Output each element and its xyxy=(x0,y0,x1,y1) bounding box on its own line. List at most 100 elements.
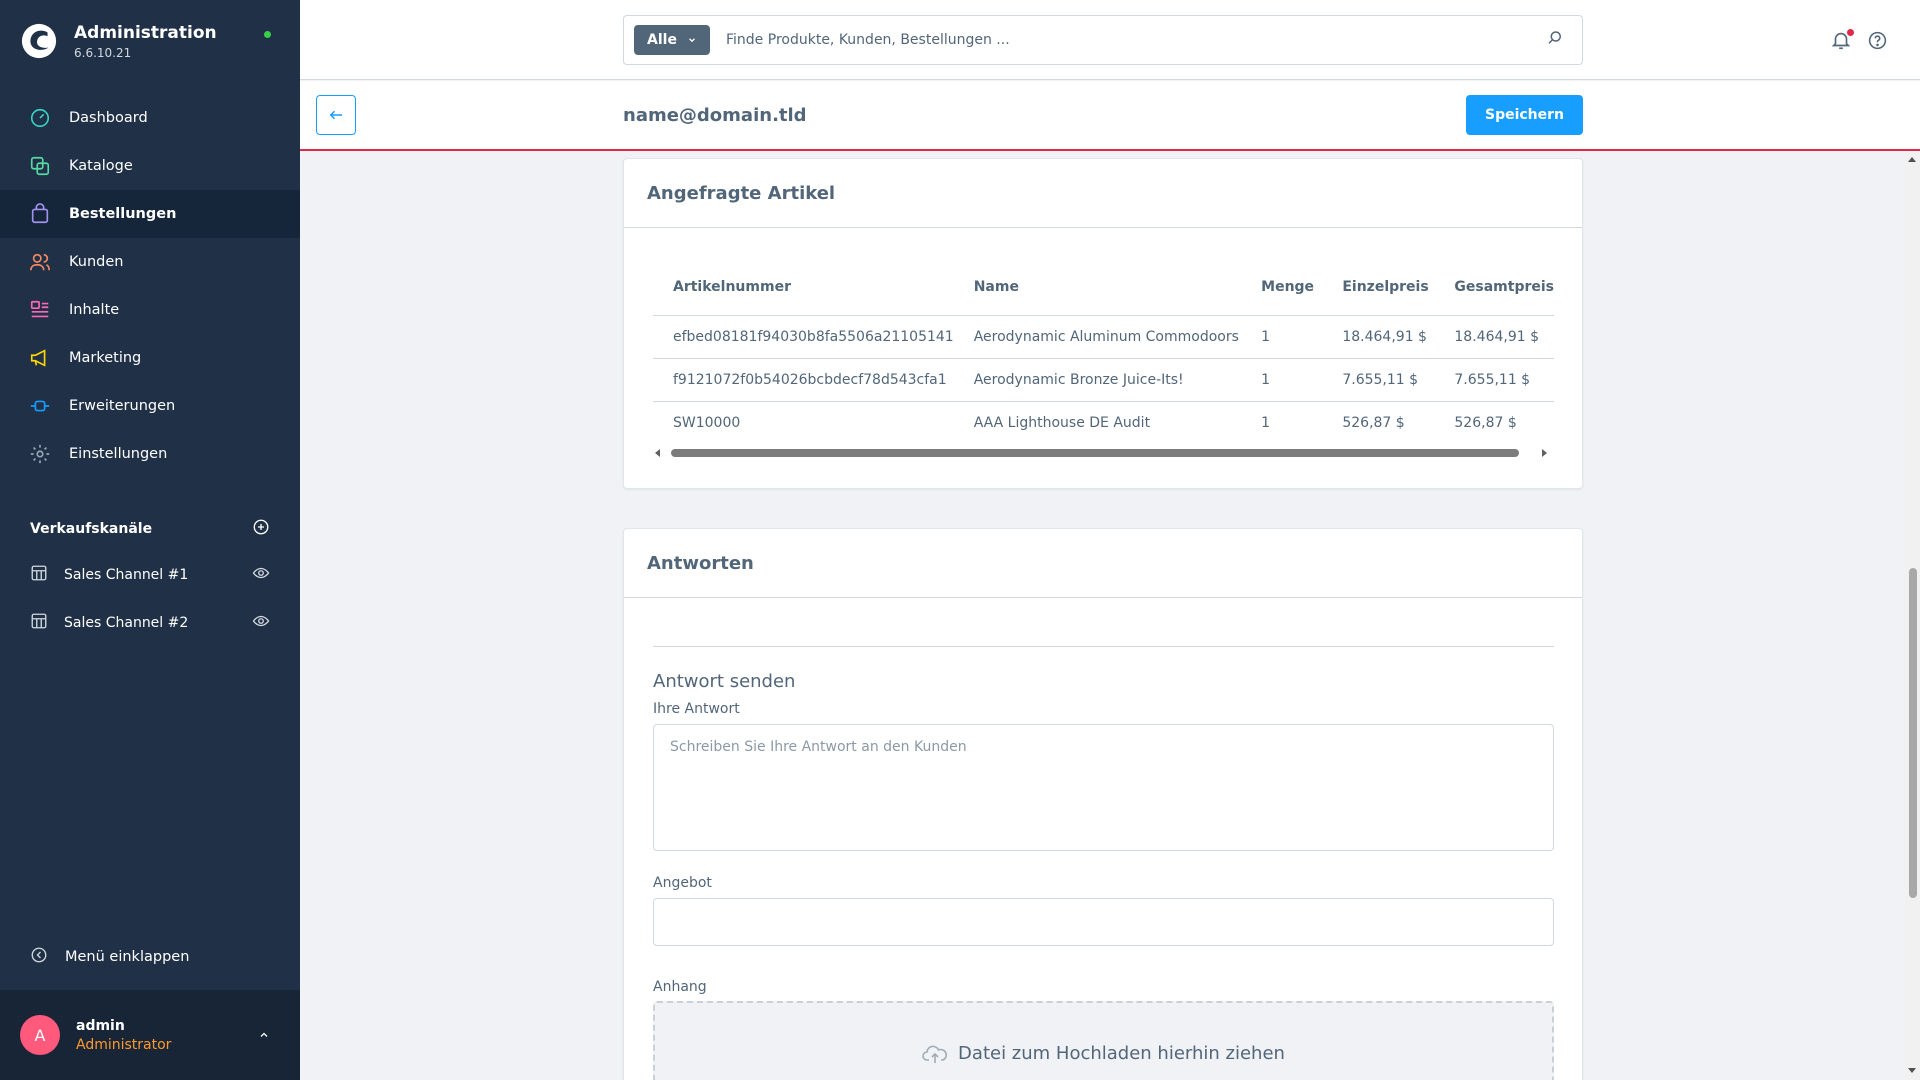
smart-bar: name@domain.tld Speichern xyxy=(300,81,1920,151)
scrollbar-thumb[interactable] xyxy=(671,449,1519,457)
sales-channels-heading: Verkaufskanäle xyxy=(30,518,270,540)
nav-item-settings[interactable]: Einstellungen xyxy=(0,430,300,478)
file-dropzone[interactable]: Datei zum Hochladen hierhin ziehen xyxy=(653,1001,1554,1080)
global-search: Alle xyxy=(623,15,1583,65)
answers-card: Antworten Antwort senden Ihre Antwort An… xyxy=(623,528,1583,1080)
nav-item-catalogs[interactable]: Kataloge xyxy=(0,142,300,190)
chevron-down-icon xyxy=(689,38,695,43)
divider xyxy=(653,646,1554,647)
plug-icon xyxy=(28,394,52,418)
nav-label: Bestellungen xyxy=(69,206,177,222)
users-icon xyxy=(28,250,52,274)
chevron-up-icon[interactable] xyxy=(258,1026,270,1045)
table-cell: Aerodynamic Bronze Juice-Its! xyxy=(953,358,1242,402)
reply-textarea[interactable] xyxy=(653,724,1554,851)
save-button[interactable]: Speichern xyxy=(1466,95,1583,135)
scroll-down-icon[interactable] xyxy=(1908,1068,1916,1073)
search-type-dropdown[interactable]: Alle xyxy=(634,25,710,55)
reply-label: Ihre Antwort xyxy=(653,701,740,717)
nav-item-dashboard[interactable]: Dashboard xyxy=(0,94,300,142)
collapse-menu-button[interactable]: Menü einklappen xyxy=(30,946,189,968)
column-header[interactable]: Menge xyxy=(1241,259,1323,316)
card-title: Antworten xyxy=(624,529,1582,598)
nav-item-extensions[interactable]: Erweiterungen xyxy=(0,382,300,430)
gear-icon xyxy=(28,442,52,466)
nav-label: Kunden xyxy=(69,254,124,270)
table-cell: efbed08181f94030b8fa5506a21105141 xyxy=(653,315,954,359)
chevron-left-circle-icon xyxy=(30,946,48,968)
nav-label: Marketing xyxy=(69,350,142,366)
offer-label: Angebot xyxy=(653,875,712,891)
column-header[interactable]: Artikelnummer xyxy=(653,259,954,316)
notification-badge xyxy=(1847,29,1854,36)
nav-item-marketing[interactable]: Marketing xyxy=(0,334,300,382)
dropzone-label: Datei zum Hochladen hierhin ziehen xyxy=(958,1043,1285,1064)
arrow-left-icon xyxy=(329,110,342,120)
user-name: admin xyxy=(76,1017,125,1034)
table-cell: 526,87 $ xyxy=(1454,414,1517,431)
shopware-logo-icon xyxy=(21,23,57,59)
search-input[interactable] xyxy=(726,32,1546,48)
scroll-left-icon[interactable] xyxy=(655,449,660,457)
card-title: Angefragte Artikel xyxy=(624,159,1582,228)
sidebar: Administration 6.6.10.21 Dashboard Katal… xyxy=(0,0,300,1080)
table-header-row: Artikelnummer Name Menge Einzelpreis Ges… xyxy=(653,259,1554,316)
search-type-label: Alle xyxy=(647,32,677,48)
table-cell: SW10000 xyxy=(673,414,741,431)
add-sales-channel-icon[interactable] xyxy=(252,518,270,540)
scrollbar-thumb[interactable] xyxy=(1909,568,1917,898)
main-content: Angefragte Artikel Artikelnummer Name Me… xyxy=(300,153,1905,1080)
megaphone-icon xyxy=(28,346,52,370)
sales-channel-item[interactable]: Sales Channel #2 xyxy=(0,599,300,647)
catalog-icon xyxy=(28,154,52,178)
sales-channel-item[interactable]: Sales Channel #1 xyxy=(0,551,300,599)
eye-icon[interactable] xyxy=(252,612,270,634)
table-cell: 7.655,11 $ xyxy=(1322,358,1435,402)
table-cell: 18.464,91 $ xyxy=(1322,315,1435,359)
search-icon[interactable] xyxy=(1546,29,1564,51)
page-title: name@domain.tld xyxy=(623,105,807,126)
collapse-menu-label: Menü einklappen xyxy=(65,949,190,965)
nav-label: Kataloge xyxy=(69,158,133,174)
app-title: Administration xyxy=(74,22,217,43)
avatar: A xyxy=(20,1015,60,1055)
horizontal-scrollbar[interactable] xyxy=(653,446,1554,460)
nav-item-orders[interactable]: Bestellungen xyxy=(0,190,300,238)
nav-item-content[interactable]: Inhalte xyxy=(0,286,300,334)
table-cell: 1 xyxy=(1241,358,1323,402)
brand[interactable]: Administration 6.6.10.21 xyxy=(20,22,217,60)
nav-label: Erweiterungen xyxy=(69,398,176,414)
help-icon[interactable] xyxy=(1867,30,1888,55)
table-row: SW10000 AAA Lighthouse DE Audit 1 526,87… xyxy=(653,401,1554,444)
column-header[interactable]: Gesamtpreis xyxy=(1434,259,1554,316)
sales-channels-title: Verkaufskanäle xyxy=(30,521,153,537)
table-cell: AAA Lighthouse DE Audit xyxy=(973,414,1151,431)
table-cell: 7.655,11 $ xyxy=(1434,358,1554,402)
eye-icon[interactable] xyxy=(252,564,270,586)
offer-input[interactable] xyxy=(653,898,1554,946)
storefront-icon xyxy=(30,564,48,586)
main-navigation: Dashboard Kataloge Bestellungen Kunden I… xyxy=(0,94,300,478)
scroll-right-icon[interactable] xyxy=(1542,449,1547,457)
nav-item-customers[interactable]: Kunden xyxy=(0,238,300,286)
column-header[interactable]: Einzelpreis xyxy=(1322,259,1435,316)
storefront-icon xyxy=(30,612,48,634)
table-cell: f9121072f0b54026bcbdecf78d543cfa1 xyxy=(653,358,954,402)
reply-section-title: Antwort senden xyxy=(653,671,796,692)
page-scrollbar[interactable] xyxy=(1905,153,1920,1080)
user-role: Administrator xyxy=(76,1036,172,1053)
cloud-upload-icon xyxy=(922,1045,948,1063)
table-cell: 1 xyxy=(1261,414,1271,431)
scroll-up-icon[interactable] xyxy=(1908,157,1916,162)
attachment-label: Anhang xyxy=(653,979,707,995)
nav-label: Inhalte xyxy=(69,302,120,318)
table-cell: 1 xyxy=(1241,315,1323,359)
column-header[interactable]: Name xyxy=(953,259,1242,316)
table-row: efbed08181f94030b8fa5506a21105141 Aerody… xyxy=(653,315,1554,359)
requested-items-table: Artikelnummer Name Menge Einzelpreis Ges… xyxy=(653,259,1554,444)
user-menu[interactable]: A admin Administrator xyxy=(0,990,300,1080)
nav-label: Einstellungen xyxy=(69,446,168,462)
back-button[interactable] xyxy=(316,95,356,135)
online-status-indicator xyxy=(264,31,271,38)
table-cell: 526,87 $ xyxy=(1342,414,1405,431)
